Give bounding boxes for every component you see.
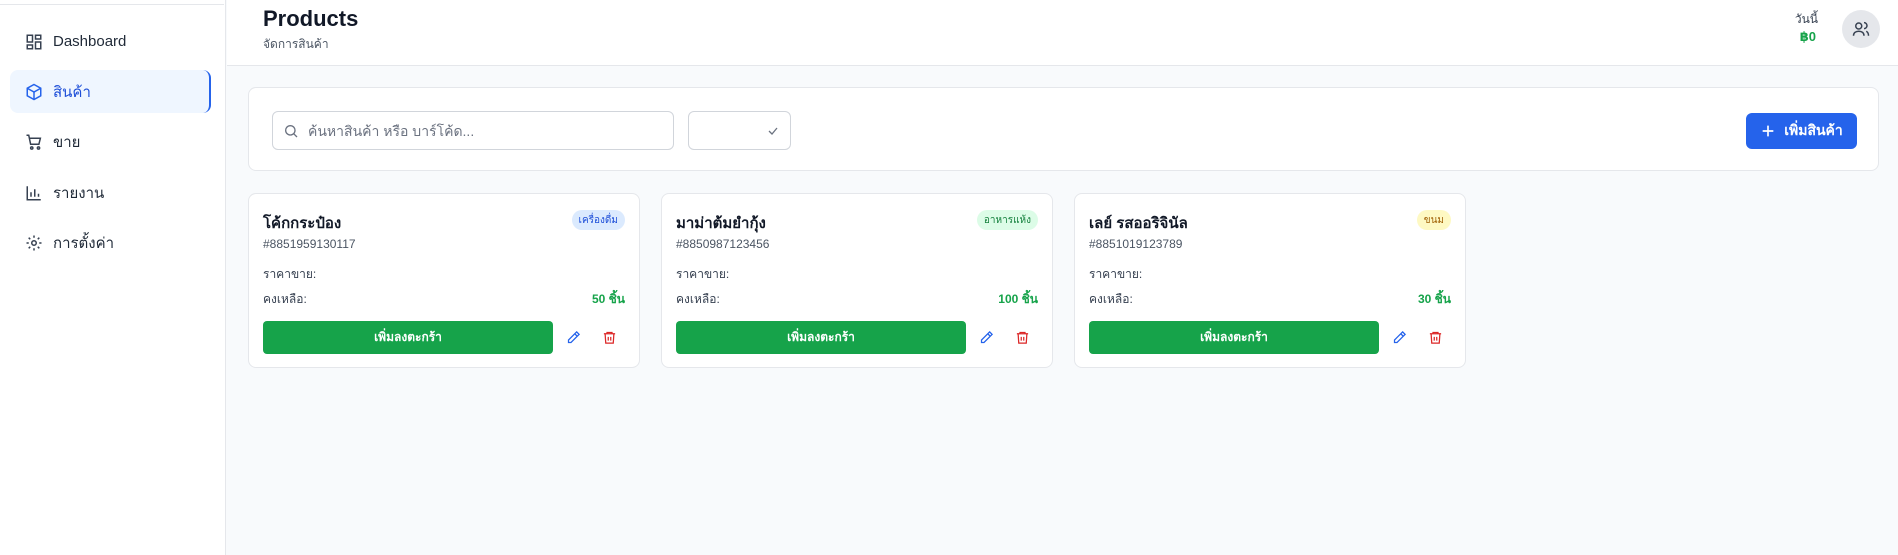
stock-label: คงเหลือ: — [263, 292, 307, 306]
stock-value: 30 ชิ้น — [1417, 292, 1451, 306]
sidebar-item-label: รายงาน — [53, 184, 105, 202]
add-to-cart-button[interactable]: เพิ่มลงตะกร้า — [1089, 321, 1379, 354]
chevron-down-icon — [768, 127, 778, 135]
category-select[interactable] — [688, 111, 791, 150]
delete-button[interactable] — [1013, 328, 1031, 346]
sidebar-item-label: การตั้งค่า — [53, 234, 115, 252]
category-badge: เครื่องดื่ม — [571, 210, 625, 230]
edit-button[interactable] — [977, 328, 995, 346]
product-card: มาม่าต้มยำกุ้ง อาหารแห้ง #8850987123456 … — [661, 193, 1053, 368]
product-card: เลย์ รสออริจินัล ขนม #8851019123789 ราคา… — [1074, 193, 1466, 368]
page-subtitle: จัดการสินค้า — [263, 37, 329, 51]
product-code: #8851959130117 — [263, 237, 356, 251]
sidebar-item-label: Dashboard — [53, 33, 127, 50]
sidebar: Dashboard สินค้า ขาย รายงาน การตั้งค่า — [0, 0, 226, 555]
users-icon — [1852, 21, 1870, 36]
stock-label: คงเหลือ: — [1089, 292, 1133, 306]
pencil-icon — [1393, 330, 1406, 343]
add-product-label: เพิ่มสินค้า — [1784, 122, 1843, 138]
product-card: โค้กกระป๋อง เครื่องดื่ม #8851959130117 ร… — [248, 193, 640, 368]
product-name: เลย์ รสออริจินัล — [1089, 215, 1188, 232]
stock-label: คงเหลือ: — [676, 292, 720, 306]
add-to-cart-button[interactable]: เพิ่มลงตะกร้า — [676, 321, 966, 354]
product-name: มาม่าต้มยำกุ้ง — [676, 215, 766, 232]
package-box-icon — [26, 83, 42, 100]
product-toolbar: เพิ่มสินค้า — [248, 87, 1879, 171]
search-box[interactable] — [272, 111, 674, 150]
gear-icon — [26, 235, 42, 250]
add-product-button[interactable]: เพิ่มสินค้า — [1746, 113, 1857, 149]
today-sales-value: ฿0 — [1799, 29, 1816, 44]
delete-button[interactable] — [1426, 328, 1444, 346]
product-code: #8851019123789 — [1089, 237, 1183, 251]
delete-button[interactable] — [600, 328, 618, 346]
pencil-icon — [980, 330, 993, 343]
stock-value: 100 ชิ้น — [998, 292, 1038, 306]
sidebar-divider — [0, 4, 224, 5]
price-label: ราคาขาย: — [263, 267, 317, 281]
edit-button[interactable] — [564, 328, 582, 346]
bar-chart-icon — [26, 185, 41, 200]
shopping-cart-icon — [26, 134, 42, 150]
category-badge: ขนม — [1416, 210, 1451, 230]
sidebar-item-settings[interactable]: การตั้งค่า — [10, 221, 211, 264]
sidebar-item-label: ขาย — [53, 133, 81, 151]
dashboard-grid-icon — [26, 34, 42, 49]
sidebar-item-sales[interactable]: ขาย — [10, 120, 211, 163]
edit-button[interactable] — [1390, 328, 1408, 346]
sidebar-item-reports[interactable]: รายงาน — [10, 171, 211, 214]
stock-value: 50 ชิ้น — [591, 292, 625, 306]
today-sales-label: วันนี้ — [1794, 12, 1818, 26]
trash-icon — [1016, 331, 1028, 344]
sidebar-item-label: สินค้า — [53, 83, 91, 101]
sidebar-item-products[interactable]: สินค้า — [10, 70, 211, 113]
plus-icon — [1762, 125, 1774, 137]
page-header: Products จัดการสินค้า วันนี้ ฿0 — [227, 0, 1898, 66]
add-to-cart-button[interactable]: เพิ่มลงตะกร้า — [263, 321, 553, 354]
trash-icon — [1429, 331, 1441, 344]
category-badge: อาหารแห้ง — [976, 210, 1038, 230]
page-title: Products — [263, 6, 359, 31]
price-label: ราคาขาย: — [676, 267, 730, 281]
price-label: ราคาขาย: — [1089, 267, 1143, 281]
search-input[interactable] — [308, 122, 648, 139]
sidebar-item-dashboard[interactable]: Dashboard — [10, 20, 211, 63]
search-icon — [285, 124, 298, 137]
user-avatar-button[interactable] — [1842, 10, 1880, 48]
product-code: #8850987123456 — [676, 237, 770, 251]
trash-icon — [603, 331, 615, 344]
pencil-icon — [567, 330, 580, 343]
product-name: โค้กกระป๋อง — [263, 215, 342, 232]
